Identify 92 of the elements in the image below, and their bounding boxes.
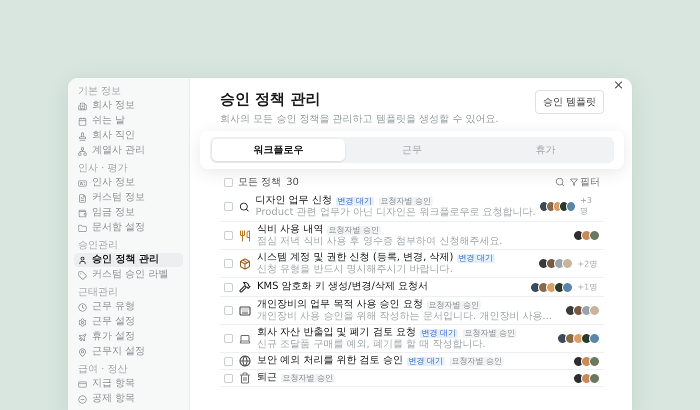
filter-icon <box>570 178 578 186</box>
sidebar-item[interactable]: 문서함 설정 <box>74 221 183 235</box>
policy-title[interactable]: 식비 사용 내역 <box>257 224 324 236</box>
policy-title[interactable]: 보안 예외 처리를 위한 검토 승인 <box>257 355 403 367</box>
stamp-icon <box>78 132 87 140</box>
globe-icon <box>239 355 251 367</box>
card-icon <box>78 380 87 388</box>
sidebar-item[interactable]: 근무 유형 <box>74 300 183 314</box>
package-icon <box>239 258 251 270</box>
group-label: 급여 · 정산 <box>77 364 129 376</box>
checkbox[interactable] <box>224 202 233 211</box>
policy-title[interactable]: KMS 암호화 키 생성/변경/삭제 요청서 <box>257 281 428 293</box>
list-label: 모든 정책 <box>238 176 282 189</box>
checkbox[interactable] <box>224 259 233 268</box>
approver-count: +1명 <box>578 282 598 293</box>
pin-icon <box>78 348 87 356</box>
approver-count: +2명 <box>578 258 598 270</box>
sidebar-item[interactable]: 근무지 설정 <box>74 345 183 359</box>
policy-description: 신청 유형을 반드시 명시해주시기 바랍니다. <box>257 264 454 275</box>
tab[interactable]: 휴가 <box>478 139 612 161</box>
policy-tag: 요청자별 승인 <box>281 374 335 382</box>
sidebar-item[interactable]: 커스텀 승인 라벨 <box>74 268 183 282</box>
template-button[interactable]: 승인 템플릿 <box>534 90 604 114</box>
policy-title[interactable]: 시스템 계정 및 권한 신청 (등록, 변경, 삭제) <box>257 252 454 264</box>
checkbox[interactable] <box>224 306 233 315</box>
checkbox[interactable] <box>224 231 233 240</box>
policy-tag: 변경 대기 <box>406 356 445 366</box>
policy-tag: 요청자별 승인 <box>426 300 481 310</box>
network-icon <box>78 146 87 156</box>
filter-button[interactable]: 필터 <box>570 175 600 189</box>
sidebar-item[interactable]: 지급 항목 <box>74 377 183 391</box>
checkbox[interactable] <box>224 374 233 382</box>
group-label: 근태관리 <box>77 287 119 299</box>
calendar-icon <box>78 116 87 126</box>
policy-tag: 요청자별 승인 <box>450 356 504 366</box>
sidebar-item[interactable]: 공제 항목 <box>74 392 183 406</box>
plane-icon <box>78 332 87 342</box>
group-label: 인사 · 평가 <box>77 163 129 175</box>
close-button[interactable]: × <box>613 78 624 93</box>
policy-description: Product 관련 업무가 아닌 디자인은 워크플로우로 요청합니다. <box>255 207 536 218</box>
hammer-icon <box>239 281 251 293</box>
policy-tag: 요청자별 승인 <box>327 226 382 234</box>
folder-icon <box>78 224 87 232</box>
keyboard-icon <box>239 304 251 316</box>
tag-icon <box>78 270 87 280</box>
tab[interactable]: 워크플로우 <box>212 139 346 161</box>
checkbox[interactable] <box>224 178 233 186</box>
sidebar-item[interactable]: 휴가 설정 <box>74 330 183 344</box>
policy-title[interactable]: 퇴근 <box>257 372 277 384</box>
sidebar-item[interactable]: 인사 정보 <box>74 176 183 190</box>
checkbox[interactable] <box>224 356 233 366</box>
policy-title[interactable]: 디자인 업무 신청 <box>255 195 332 207</box>
id-card-icon <box>78 178 87 188</box>
wallet-icon <box>78 208 87 218</box>
checkbox[interactable] <box>224 282 233 292</box>
page-subtitle: 회사의 모든 승인 정책을 관리하고 템플릿을 생성할 수 있어요. <box>220 113 499 126</box>
sidebar-item[interactable]: 회사 정보 <box>74 99 183 113</box>
page-title: 승인 정책 관리 <box>220 90 322 109</box>
group-label: 기본 정보 <box>77 86 122 98</box>
policy-tag: 변경 대기 <box>336 196 374 206</box>
sidebar-item[interactable]: 임금 정보 <box>74 206 183 220</box>
settings-icon <box>78 318 87 326</box>
policy-tag: 변경 대기 <box>457 254 496 262</box>
magnifier-icon <box>239 200 250 212</box>
policy-description: 신규 조달품 구매를 예외, 폐기를 할 때 작성합니다. <box>257 339 487 350</box>
sidebar-item[interactable]: 계열사 관리 <box>74 144 183 158</box>
policy-title[interactable]: 회사 자산 반출입 및 폐기 검토 요청 <box>257 327 416 339</box>
sidebar-item[interactable]: 회사 직인 <box>74 129 183 143</box>
tab[interactable]: 근무 <box>345 139 479 161</box>
person-icon <box>78 256 87 264</box>
sidebar-item[interactable]: 커스텀 정보 <box>74 191 183 205</box>
trash-icon <box>239 372 251 384</box>
building-icon <box>78 102 87 110</box>
clock-icon <box>78 302 87 312</box>
laptop-icon <box>239 332 251 344</box>
policy-count: 30 <box>286 176 299 188</box>
policy-description: 개인장비 사용 승인을 위해 작성하는 문서입니다. 개인장비 사용... <box>257 311 553 322</box>
policy-description: 점심 저녁 식비 사용 후 영수증 첨부하여 신청해주세요. <box>257 236 504 247</box>
policy-title[interactable]: 개인장비의 업무 목적 사용 승인 요청 <box>257 299 423 311</box>
utensils-icon <box>239 230 251 242</box>
sidebar-item[interactable]: 근무 설정 <box>74 315 183 329</box>
group-label: 승인관리 <box>77 240 119 252</box>
sidebar-item[interactable]: 승인 정책 관리 <box>74 253 183 267</box>
search-icon[interactable] <box>555 177 565 187</box>
policy-tag: 요청자별 승인 <box>463 328 518 338</box>
policy-tag: 변경 대기 <box>420 328 458 338</box>
minus-icon <box>78 394 87 404</box>
checkbox[interactable] <box>224 334 233 343</box>
document-icon <box>78 194 87 202</box>
policy-tag: 요청자별 승인 <box>379 196 433 206</box>
sidebar-item[interactable]: 쉬는 날 <box>74 114 183 128</box>
approver-count: +3명 <box>580 196 594 216</box>
